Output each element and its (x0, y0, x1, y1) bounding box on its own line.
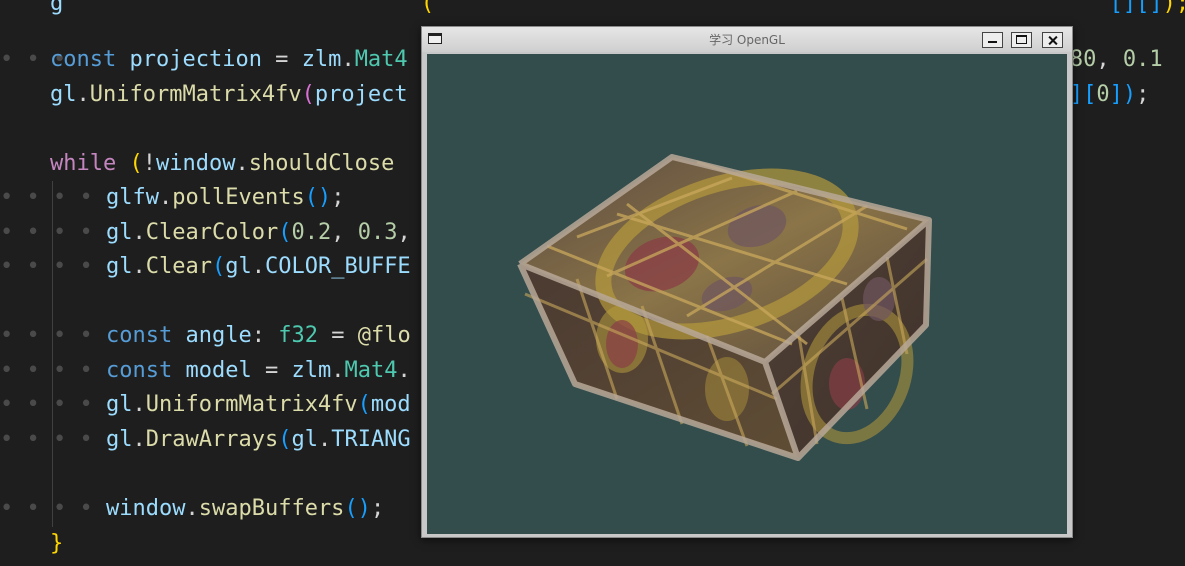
code-token: gl (291, 427, 318, 452)
code-token: ! (142, 151, 156, 176)
code-token: . (317, 427, 332, 452)
code-token: . (132, 254, 146, 279)
code-token: ]) (1109, 82, 1137, 107)
code-token: while (50, 151, 130, 176)
code-token: . (331, 358, 345, 383)
code-token: swapBuffers (198, 496, 345, 521)
window-titlebar[interactable]: 学习 OpenGL (422, 27, 1072, 52)
window-title: 学习 OpenGL (709, 33, 785, 47)
gl-viewport[interactable] (427, 54, 1067, 534)
maximize-button[interactable] (1011, 32, 1032, 48)
code-token: Mat4 (344, 358, 398, 383)
code-text: gl.DrawArrays(gl.TRIANG (106, 423, 411, 457)
code-text: window.swapBuffers(); (106, 492, 384, 526)
code-token: mod (370, 392, 411, 417)
code-token: shouldClose (248, 151, 395, 176)
indent-guide (52, 181, 53, 527)
code-token: ( (278, 427, 292, 452)
code-token: projection (129, 47, 262, 72)
code-token: . (235, 151, 249, 176)
code-token: ][ (1122, 0, 1150, 16)
code-text: } (50, 527, 63, 561)
code-token: ClearColor (145, 220, 279, 245)
code-token: model (185, 358, 252, 383)
code-token: zlm (291, 358, 332, 383)
code-token: . (132, 427, 146, 452)
code-token: const (106, 323, 186, 348)
code-token: . (251, 254, 265, 279)
code-token: 0.3 (357, 220, 398, 245)
code-token: [ (434, 0, 1123, 16)
code-token: gl (106, 220, 133, 245)
code-token: gl (106, 392, 133, 417)
code-token: g (50, 0, 64, 16)
code-token: , (1096, 47, 1123, 72)
rotating-crate (517, 154, 932, 461)
code-token: () (304, 185, 332, 210)
code-token: pollEvents (172, 185, 305, 210)
code-token: const (50, 47, 130, 72)
code-token: Mat4 (354, 47, 408, 72)
code-token: glfw (106, 185, 159, 210)
code-text: glfw.pollEvents(); (106, 181, 344, 215)
code-token: TRIANG (331, 427, 411, 452)
code-token: angle (185, 323, 252, 348)
code-token: } (50, 531, 64, 556)
code-token: UniformMatrix4fv (145, 392, 358, 417)
code-token: . (397, 358, 411, 383)
code-token: . (76, 82, 90, 107)
code-token: . (132, 392, 146, 417)
code-token: ( (278, 220, 292, 245)
code-token: gl (225, 254, 252, 279)
code-token: 0 (1096, 82, 1110, 107)
code-token: : (251, 323, 279, 348)
opengl-window[interactable]: 学习 OpenGL (421, 26, 1073, 538)
code-token: ; (1136, 82, 1150, 107)
code-token: . (158, 185, 173, 210)
code-token: () (344, 496, 371, 521)
code-token: UniformMatrix4fv (89, 82, 302, 107)
code-token: 0.1 (1122, 47, 1163, 72)
code-token: , (331, 220, 358, 245)
code-token: = (317, 323, 358, 348)
code-text: gl.ClearColor(0.2, 0.3, (106, 216, 411, 250)
code-line: g ( [][]); (0, 0, 1185, 21)
code-token: , (397, 220, 411, 245)
code-text: gl.Clear(gl.COLOR_BUFFE (106, 250, 411, 284)
code-text: while (!window.shouldClose (50, 147, 394, 181)
code-text: gl.UniformMatrix4fv(mod (106, 388, 411, 422)
code-token: ( (301, 82, 315, 107)
code-text: g ( [][]); (50, 0, 1185, 21)
code-token: = (261, 47, 302, 72)
code-token: project (314, 82, 408, 107)
close-button[interactable] (1042, 32, 1063, 48)
code-token: Clear (145, 254, 212, 279)
code-token: ); (1162, 0, 1185, 16)
code-token: const (106, 358, 186, 383)
code-token: COLOR_BUFFE (264, 254, 411, 279)
code-token: gl (50, 82, 77, 107)
code-token: . (185, 496, 199, 521)
code-token: ] (1149, 0, 1163, 16)
code-token: 0.2 (291, 220, 332, 245)
code-token: window (155, 151, 236, 176)
code-token: = (251, 358, 292, 383)
code-token: . (132, 220, 146, 245)
code-token: gl (106, 254, 133, 279)
code-token: ( (357, 392, 371, 417)
code-token: @flo (357, 323, 411, 348)
code-token: ( (63, 0, 435, 16)
code-token: window (106, 496, 186, 521)
code-token: gl (106, 427, 133, 452)
minimize-button[interactable] (982, 32, 1003, 48)
code-token: ; (331, 185, 345, 210)
code-token: DrawArrays (145, 427, 279, 452)
code-token: f32 (278, 323, 318, 348)
code-token: . (341, 47, 355, 72)
code-token: ; (370, 496, 385, 521)
code-token: zlm (301, 47, 342, 72)
code-text: const angle: f32 = @flo (106, 319, 411, 353)
code-token: ( (129, 151, 143, 176)
code-token: ( (211, 254, 226, 279)
